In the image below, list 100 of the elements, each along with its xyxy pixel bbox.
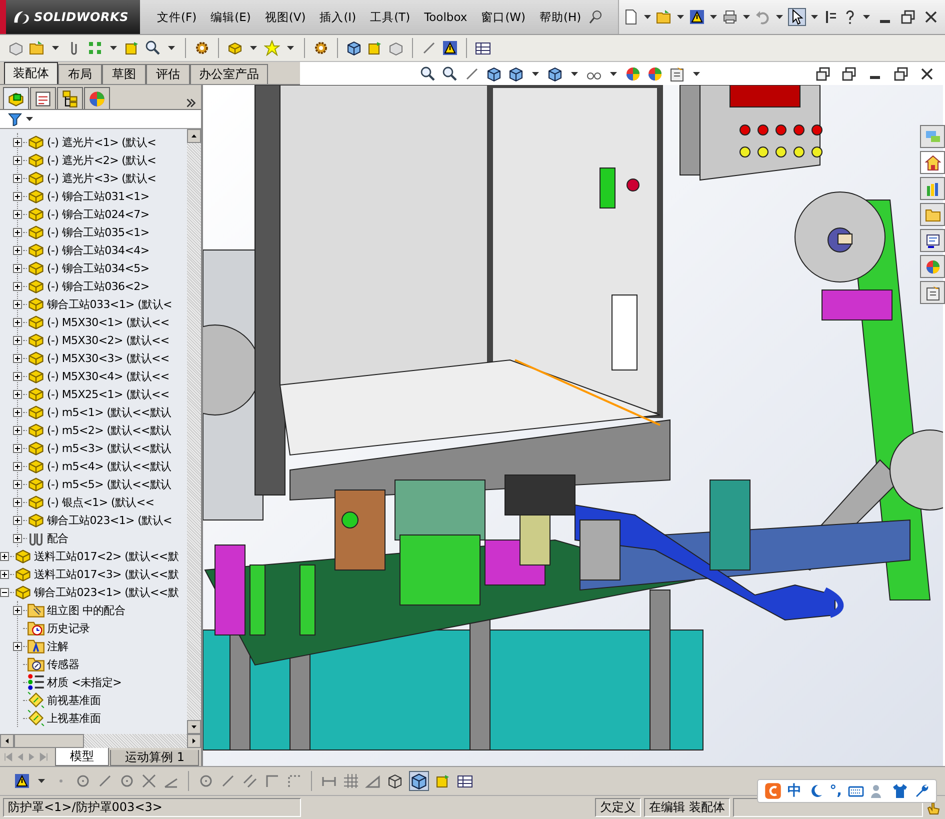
dotted-corner-icon[interactable] xyxy=(286,773,302,789)
tree-item[interactable]: (-) 铆合工站024<7> xyxy=(47,206,150,222)
caret-icon[interactable] xyxy=(677,15,684,19)
tree-item[interactable]: 铆合工站033<1> (默认< xyxy=(47,296,172,312)
display-style-icon[interactable] xyxy=(547,66,563,82)
caret-icon[interactable] xyxy=(571,72,578,76)
expand-icon[interactable] xyxy=(13,318,22,326)
caret-icon[interactable] xyxy=(38,779,45,783)
tree-item[interactable]: (-) 铆合工站036<2> xyxy=(47,278,150,294)
menu-item[interactable]: 帮助(H) xyxy=(532,8,588,26)
command-tab[interactable]: 办公室产品 xyxy=(190,64,268,84)
menu-item[interactable]: 编辑(E) xyxy=(204,8,258,26)
design-library-button[interactable] xyxy=(920,177,945,200)
expand-icon[interactable] xyxy=(13,192,22,200)
expand-icon[interactable] xyxy=(13,246,22,254)
zoom-area-icon[interactable] xyxy=(442,66,458,82)
scroll-down-button[interactable] xyxy=(187,720,201,734)
command-tab[interactable]: 装配体 xyxy=(4,62,58,84)
tree-item[interactable]: (-) 遮光片<1> (默认< xyxy=(47,134,156,150)
forum-button[interactable] xyxy=(920,125,945,148)
grid-icon[interactable] xyxy=(343,773,359,789)
caret-icon[interactable] xyxy=(26,117,33,121)
tree-item[interactable]: 送料工站017<2> (默认<<默 xyxy=(34,548,179,564)
scroll-right-button[interactable] xyxy=(187,734,201,748)
caret-icon[interactable] xyxy=(52,46,59,50)
smart-fasteners-icon[interactable] xyxy=(194,40,210,56)
print-icon[interactable] xyxy=(722,9,738,25)
tree-item[interactable]: (-) 银点<1> (默认<< xyxy=(47,494,154,510)
menu-item[interactable]: Toolbox xyxy=(417,8,474,26)
expand-icon[interactable] xyxy=(13,390,22,398)
file-explorer-button[interactable] xyxy=(920,203,945,226)
pattern-icon[interactable] xyxy=(87,40,103,56)
corner-icon[interactable] xyxy=(264,773,280,789)
tree-item[interactable]: 历史记录 xyxy=(47,620,90,636)
appearance-icon[interactable] xyxy=(625,66,641,82)
circle-icon[interactable] xyxy=(75,773,91,789)
property-manager-tab[interactable] xyxy=(30,87,56,109)
tree-item[interactable]: 铆合工站023<1> (默认<<默 xyxy=(34,584,179,600)
tree-item[interactable]: 组立图 中的配合 xyxy=(47,602,126,618)
expand-icon[interactable] xyxy=(13,264,22,272)
tree-item[interactable]: (-) m5<1> (默认<<默认 xyxy=(47,404,172,420)
new-assembly-icon[interactable] xyxy=(29,40,45,56)
model-tab[interactable]: 模型 xyxy=(55,748,109,766)
expand-icon[interactable] xyxy=(13,174,22,182)
line-icon[interactable] xyxy=(97,773,113,789)
scene-icon[interactable] xyxy=(647,66,663,82)
expand-icon[interactable] xyxy=(13,228,22,236)
caret-icon[interactable] xyxy=(811,15,818,19)
tree-item[interactable]: 配合 xyxy=(47,530,68,546)
tree-item[interactable]: (-) m5<2> (默认<<默认 xyxy=(47,422,172,438)
menu-item[interactable]: 文件(F) xyxy=(150,8,204,26)
options-icon[interactable] xyxy=(823,9,839,25)
command-tab[interactable]: 草图 xyxy=(102,64,146,84)
tree-item[interactable]: (-) m5<4> (默认<<默认 xyxy=(47,458,172,474)
display-manager-tab[interactable] xyxy=(84,87,110,109)
expand-icon[interactable] xyxy=(0,552,9,560)
expand-icon[interactable] xyxy=(13,408,22,416)
warning-icon[interactable] xyxy=(689,9,705,25)
command-tab[interactable]: 布局 xyxy=(58,64,102,84)
caret-icon[interactable] xyxy=(743,15,750,19)
caret-icon[interactable] xyxy=(110,46,117,50)
expand-icon[interactable] xyxy=(13,534,22,542)
expand-icon[interactable] xyxy=(13,300,22,308)
centerpoint-icon[interactable] xyxy=(119,773,135,789)
expand-icon[interactable] xyxy=(13,498,22,506)
assembly-check-icon[interactable] xyxy=(442,40,458,56)
shirt-icon[interactable] xyxy=(892,783,908,799)
expand-panel-button[interactable] xyxy=(185,97,197,109)
tree-item[interactable]: 送料工站017<3> (默认<<默 xyxy=(34,566,179,582)
tree-item[interactable]: (-) M5X30<1> (默认<< xyxy=(47,314,170,330)
expand-icon[interactable] xyxy=(13,336,22,344)
caret-icon[interactable] xyxy=(776,15,783,19)
command-tab[interactable]: 评估 xyxy=(146,64,190,84)
tree-item[interactable]: (-) M5X30<2> (默认<< xyxy=(47,332,170,348)
expand-icon[interactable] xyxy=(13,480,22,488)
tree-item[interactable]: 上视基准面 xyxy=(47,710,101,726)
warning-icon[interactable] xyxy=(14,773,30,789)
caret-icon[interactable] xyxy=(693,72,700,76)
move-component-icon[interactable] xyxy=(124,40,140,56)
feature-manager-tab[interactable] xyxy=(3,87,29,109)
tree-item[interactable]: (-) 铆合工站034<4> xyxy=(47,242,150,258)
tree-item[interactable]: (-) M5X25<1> (默认<< xyxy=(47,386,170,402)
assembly-feature-icon[interactable] xyxy=(227,40,243,56)
caret-icon[interactable] xyxy=(287,46,294,50)
caret-icon[interactable] xyxy=(644,15,651,19)
expand-icon[interactable] xyxy=(13,426,22,434)
caret-icon[interactable] xyxy=(610,72,617,76)
expand-icon[interactable] xyxy=(13,642,22,650)
expand-icon[interactable] xyxy=(13,210,22,218)
custom-properties-button[interactable] xyxy=(920,281,945,304)
input-mode-toggle[interactable]: 中 xyxy=(788,782,802,800)
menu-item[interactable]: 窗口(W) xyxy=(474,8,533,26)
exploded-view-icon[interactable] xyxy=(313,40,329,56)
scroll-up-button[interactable] xyxy=(187,129,201,143)
tree-item[interactable]: (-) M5X30<4> (默认<< xyxy=(47,368,170,384)
caret-icon[interactable] xyxy=(250,46,257,50)
configuration-manager-tab[interactable] xyxy=(57,87,83,109)
filter-icon[interactable] xyxy=(8,112,22,126)
tree-item[interactable]: (-) 铆合工站035<1> xyxy=(47,224,150,240)
zoom-to-fit-icon[interactable] xyxy=(420,66,436,82)
